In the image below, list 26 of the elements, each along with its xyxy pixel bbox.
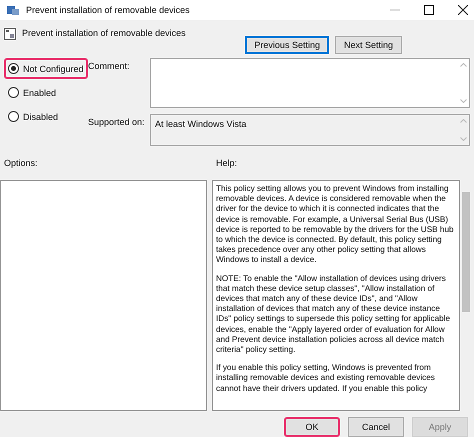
help-paragraph: NOTE: To enable the "Allow installation of devices using drivers that match these device setup classes", "Allow installation of devices that match any of these device IDs", and "Allow installation of devices that match any of these device instance IDs" policy settings to supersede this policy setting for applicable devices, enable the "Apply layered order of evaluation for Allow and Prevent device installation policies across all device match criteria" policy setting. [216,274,452,356]
scroll-up-icon[interactable] [460,63,466,67]
policy-icon [4,28,16,40]
state-radio[interactable]: Disabled [4,106,62,127]
options-label: Options: [4,158,39,168]
next-setting-button[interactable]: Next Setting [334,36,402,54]
supported-on-label: Supported on: [88,116,146,129]
help-paragraph: This policy setting allows you to prevent Windows from installing removable devices. A device is considered removable when the driver for the device to which it is connected indicates that the device is removable. For example, a Universal Serial Bus (USB) device is reported to be removable by the drivers for the USB hub to which the device is connected. By default, this policy setting takes precedence over any other policy setting that allows Windows to install a device. [216,184,455,266]
comment-field[interactable] [150,58,470,108]
supported-on-field: At least Windows Vista [150,114,470,146]
policy-icon [6,4,20,16]
previous-setting-button[interactable]: Previous Setting [245,36,329,54]
window-title: Prevent installation of removable devices [26,5,191,15]
scroll-down-icon[interactable] [460,137,466,141]
comment-label: Comment: [88,60,131,73]
dialog-button[interactable]: OK [284,417,340,437]
help-paragraph: If you enable this policy setting, Windows is prevented from installing removable devices and existing removable devices cannot have their drivers updated. If you enable this policy [216,363,436,394]
dialog-button[interactable]: Cancel [348,417,404,437]
state-radio[interactable]: Not Configured [4,58,88,79]
setting-heading: Prevent installation of removable devices [22,28,186,38]
scroll-up-icon[interactable] [460,119,466,123]
maximize-icon[interactable] [424,5,434,15]
close-icon[interactable] [458,5,468,15]
help-label: Help: [216,158,238,168]
scroll-down-icon[interactable] [460,99,466,103]
state-radio[interactable]: Enabled [4,82,60,103]
